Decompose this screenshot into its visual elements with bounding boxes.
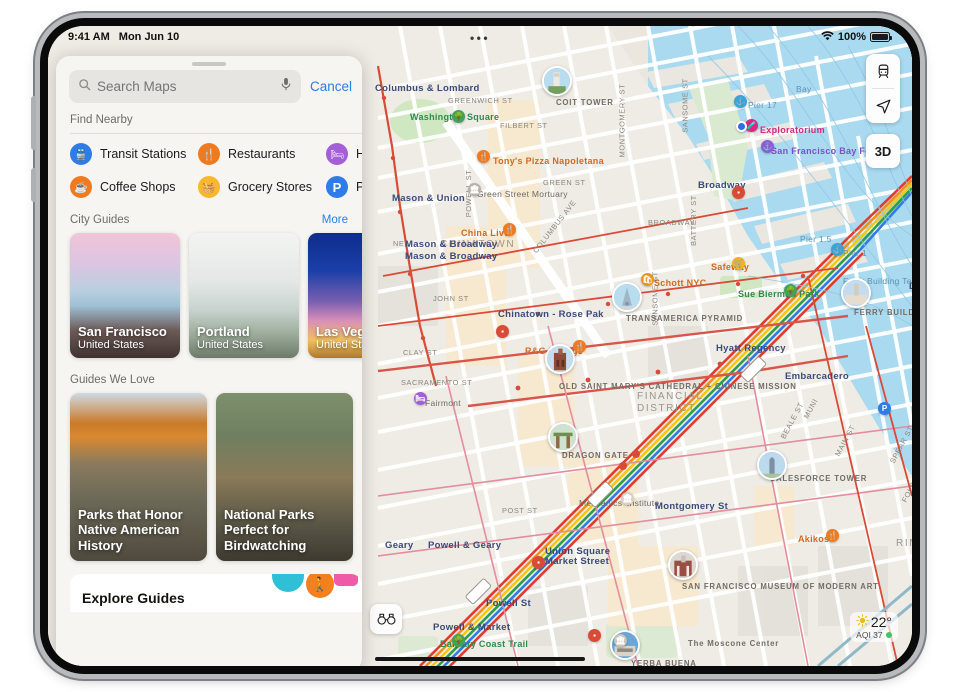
find-nearby-title: Find Nearby [70,114,133,126]
find-nearby-label: Hotels [356,147,362,161]
find-nearby-item[interactable]: 🛏 Hotels [326,143,362,165]
city-guide-country: United States [78,339,145,351]
city-guide-caption: Portland United States [197,324,263,351]
guide-card[interactable]: Parks that Honor Native American History [70,393,207,561]
search-field-container[interactable] [69,70,301,103]
home-indicator[interactable] [375,657,585,661]
guides-we-love-title: Guides We Love [70,374,155,386]
sheet-grabber-handle[interactable] [192,62,226,66]
grocery-icon: 🧺 [198,176,220,198]
parking-icon: P [326,176,348,198]
find-nearby-label: Coffee Shops [100,180,176,194]
city-guide-country: United States [197,339,264,351]
coffee-icon: ☕ [70,176,92,198]
explore-guides-card[interactable]: Explore Guides 🚶 [70,574,362,612]
guide-card[interactable]: National Parks Perfect for Birdwatching [216,393,353,561]
ipad-device-frame: CHINATOWNFINANCIALDISTRICTRINCON HILLSOU… [31,18,920,674]
map-control-stack [866,54,900,123]
city-guides-header: City Guides More [56,211,362,233]
guides-we-love-header: Guides We Love [56,371,362,393]
guide-card-title: National Parks Perfect for Birdwatching [224,507,315,553]
search-sheet: Cancel Find Nearby 🚆 Transit Stations 🍴 Res… [56,56,362,666]
multitasking-dots-button[interactable]: ••• [48,31,912,45]
find-nearby-label: Parking [356,180,362,194]
transit-map-button[interactable] [866,54,900,88]
city-guide-country: United States [316,339,362,351]
city-guide-caption: San Francisco United States [78,324,167,351]
find-nearby-item[interactable]: 🍴 Restaurants [198,143,326,165]
locate-me-button[interactable] [866,89,900,123]
city-guide-card[interactable]: Portland United States [189,233,299,358]
city-guide-card[interactable]: Las VegasUnited States [308,233,362,358]
status-bar: 9:41 AM Mon Jun 10 ••• 100% [48,26,912,48]
find-nearby-grid: 🚆 Transit Stations 🍴 Restaurants 🛏 Hotels ☕ Cof… [56,143,362,211]
cancel-button[interactable]: Cancel [310,79,352,94]
find-nearby-item[interactable]: 🚆 Transit Stations [70,143,198,165]
city-guide-caption: Las VegasUnited States [316,324,362,351]
explore-badge-orange: 🚶 [306,574,334,598]
sun-icon [856,614,869,630]
look-around-button[interactable] [370,604,402,634]
weather-widget[interactable]: 22° AQI 37 [849,612,898,642]
explore-badge-pink [334,574,358,586]
aqi-label: AQI 37 [856,630,883,640]
find-nearby-item[interactable]: 🧺 Grocery Stores [198,176,326,198]
divider [70,133,362,134]
ipad-screen: CHINATOWNFINANCIALDISTRICTRINCON HILLSOU… [48,26,912,666]
city-guide-name: San Francisco [78,324,167,339]
city-guide-card[interactable]: San Francisco United States [70,233,180,358]
find-nearby-label: Transit Stations [100,147,187,161]
search-icon [78,78,91,96]
find-nearby-item[interactable]: P Parking [326,176,362,198]
guide-card-title: Parks that Honor Native American History [78,507,183,553]
explore-badge-teal [272,574,304,592]
city-guide-name: Portland [197,324,250,339]
search-row: Cancel [56,70,362,112]
guides-we-love-carousel[interactable]: Parks that Honor Native American History… [56,393,362,574]
map-3d-button[interactable]: 3D [866,134,900,168]
find-nearby-label: Grocery Stores [228,180,313,194]
aqi-status-dot [885,632,892,638]
battery-icon [870,32,892,42]
explore-guides-title: Explore Guides [82,590,185,606]
restaurant-icon: 🍴 [198,143,220,165]
city-guide-name: Las Vegas [316,324,362,339]
search-input[interactable] [97,79,274,94]
find-nearby-label: Restaurants [228,147,296,161]
find-nearby-item[interactable]: ☕ Coffee Shops [70,176,198,198]
volume-button[interactable] [31,168,36,202]
power-button[interactable] [31,96,36,150]
city-guides-title: City Guides [70,214,130,226]
city-guides-carousel[interactable]: San Francisco United States Portland United… [56,233,362,371]
microphone-icon[interactable] [280,77,292,96]
hotel-icon: 🛏 [326,143,348,165]
city-guides-more-link[interactable]: More [322,214,348,226]
transit-icon: 🚆 [70,143,92,165]
temperature-label: 22° [870,614,892,630]
